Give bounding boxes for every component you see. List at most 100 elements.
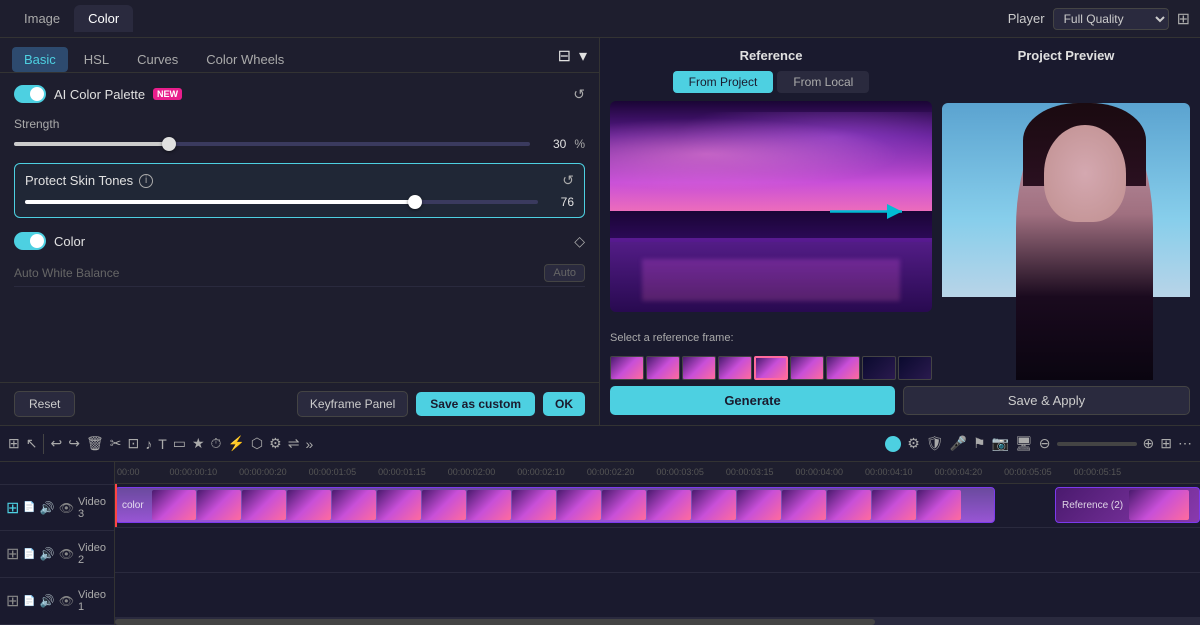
keyframe-panel-button[interactable]: Keyframe Panel — [297, 391, 408, 417]
tl-crop-icon[interactable]: ⊡ — [127, 435, 139, 452]
track1-volume-icon: 🔊 — [40, 594, 55, 608]
ref-clouds — [610, 112, 932, 196]
filmstrip[interactable] — [610, 356, 932, 380]
tl-flag-icon[interactable]: ⚑ — [973, 435, 986, 452]
sub-tab-hsl[interactable]: HSL — [72, 47, 121, 72]
generate-button[interactable]: Generate — [610, 386, 895, 415]
reference-clip[interactable]: Reference (2) — [1055, 487, 1200, 523]
tl-mask-icon[interactable]: ⬡ — [251, 435, 263, 452]
scrollbar-thumb[interactable] — [115, 619, 875, 625]
tl-redo-icon[interactable]: ↪ — [68, 435, 80, 452]
playhead — [115, 484, 117, 528]
protect-skin-reset-icon[interactable]: ↺ — [562, 172, 574, 189]
track1-eye-icon: 👁 — [59, 594, 74, 608]
protect-skin-header: Protect Skin Tones i ↺ — [25, 172, 574, 189]
tl-rect-icon[interactable]: ▭ — [173, 435, 186, 452]
tl-layout-icon[interactable]: ⊞ — [1160, 435, 1172, 452]
tl-effect-icon[interactable]: ★ — [192, 435, 205, 452]
film-frame-4[interactable] — [718, 356, 752, 380]
protect-skin-text: Protect Skin Tones — [25, 173, 133, 188]
film-frame-6[interactable] — [790, 356, 824, 380]
tl-more-icon[interactable]: » — [305, 436, 313, 452]
track-video1-row — [115, 573, 1200, 618]
track-eye-icon: 👁 — [59, 501, 74, 515]
film-frame-5[interactable] — [754, 356, 788, 380]
tl-timer-icon[interactable]: ⏱ — [211, 435, 222, 452]
save-as-custom-button[interactable]: Save as custom — [416, 392, 535, 416]
timeline-toolbar: ⊞ ↖ ↩ ↪ 🗑 ✂ ⊡ ♪ T ▭ ★ ⏱ ⚡ ⬡ ⚙ ⇌ » ⚙ 🛡 🎤 … — [0, 426, 1200, 462]
tl-more2-icon[interactable]: ⋯ — [1178, 435, 1192, 452]
quality-select[interactable]: Full Quality Half Quality Quarter Qualit… — [1053, 8, 1169, 30]
panels-with-arrow: Reference From Project From Local Sele — [610, 48, 1190, 380]
tl-settings-icon[interactable]: ⚙ — [907, 435, 920, 452]
strength-unit: % — [574, 137, 585, 151]
protect-skin-slider-track[interactable] — [25, 200, 538, 204]
auto-white-balance-label: Auto White Balance — [14, 266, 119, 280]
ai-palette-toggle[interactable] — [14, 85, 46, 103]
color-label: Color — [54, 234, 85, 249]
tl-zoom-in-icon[interactable]: ⊕ — [1143, 435, 1155, 452]
tl-cut-icon[interactable]: ✂ — [110, 435, 122, 452]
tl-knob-icon[interactable]: ⚙ — [269, 435, 282, 452]
ruler-row: 00:00 00:00:00:10 00:00:00:20 00:00:01:0… — [115, 462, 1200, 484]
track-label-video3: ⊞ 📄 🔊 👁 Video 3 — [0, 485, 114, 532]
player-label: Player — [1008, 11, 1045, 26]
ok-button[interactable]: OK — [543, 392, 585, 416]
tl-mic-icon[interactable]: 🎤 — [950, 435, 967, 452]
ai-palette-reset-icon[interactable]: ↺ — [573, 86, 585, 103]
film-frame-3[interactable] — [682, 356, 716, 380]
project-preview-image — [942, 103, 1190, 380]
track2-volume-icon: 🔊 — [40, 547, 55, 561]
clip-thumb-6 — [377, 490, 421, 520]
film-frame-9[interactable] — [898, 356, 932, 380]
protect-skin-slider-row: 76 — [25, 195, 574, 209]
strength-section: Strength 30 % — [14, 117, 585, 151]
clip-thumb-1 — [152, 490, 196, 520]
tracks-content: 00:00 00:00:00:10 00:00:00:20 00:00:01:0… — [115, 462, 1200, 625]
track-volume-icon: 🔊 — [40, 501, 55, 515]
sub-tab-curves[interactable]: Curves — [125, 47, 190, 72]
tab-color[interactable]: Color — [74, 5, 133, 32]
film-frame-7[interactable] — [826, 356, 860, 380]
tl-audio-icon[interactable]: ♪ — [145, 436, 152, 452]
reset-button[interactable]: Reset — [14, 391, 75, 417]
sub-tab-basic[interactable]: Basic — [12, 47, 68, 72]
tl-camera-icon[interactable]: 📷 — [992, 435, 1009, 452]
tl-text-icon[interactable]: T — [158, 436, 167, 452]
track-label-video2: ⊞ 📄 🔊 👁 Video 2 — [0, 531, 114, 578]
track2-eye-icon: 👁 — [59, 547, 74, 561]
track-video3-row: color — [115, 484, 1200, 529]
player-controls: Player Full Quality Half Quality Quarter… — [1008, 8, 1190, 30]
tl-morph-icon[interactable]: ⇌ — [288, 435, 300, 452]
tl-grid-icon[interactable]: ⊞ — [8, 435, 20, 452]
color-toggle[interactable] — [14, 232, 46, 250]
from-local-button[interactable]: From Local — [777, 71, 869, 93]
sub-tab-colorwheels[interactable]: Color Wheels — [194, 47, 296, 72]
tl-shield-icon[interactable]: 🛡 — [926, 435, 944, 452]
project-preview-title: Project Preview — [942, 48, 1190, 63]
clip-thumb-9 — [512, 490, 556, 520]
from-project-button[interactable]: From Project — [673, 71, 774, 93]
tl-delete-icon[interactable]: 🗑 — [86, 435, 104, 452]
ai-palette-row: AI Color Palette NEW ↺ — [14, 85, 585, 103]
tl-undo-icon[interactable]: ↩ — [50, 435, 62, 452]
chevron-down-icon: ▾ — [579, 46, 587, 66]
color-clip[interactable]: color — [115, 487, 995, 523]
tl-zoom-out-icon[interactable]: ⊖ — [1039, 435, 1051, 452]
film-frame-1[interactable] — [610, 356, 644, 380]
strength-slider-track[interactable] — [14, 142, 530, 146]
tl-record-button[interactable] — [885, 436, 901, 452]
film-frame-8[interactable] — [862, 356, 896, 380]
protect-skin-section: Protect Skin Tones i ↺ 76 — [14, 163, 585, 218]
tl-speed-icon[interactable]: ⚡ — [227, 435, 244, 452]
save-apply-button[interactable]: Save & Apply — [903, 386, 1190, 415]
zoom-slider[interactable] — [1057, 442, 1137, 446]
tl-monitor-icon[interactable]: 🖥 — [1015, 435, 1033, 452]
timeline-scrollbar[interactable] — [115, 618, 1200, 625]
tab-image[interactable]: Image — [10, 5, 74, 32]
clip-thumbnails — [150, 488, 963, 522]
film-frame-2[interactable] — [646, 356, 680, 380]
info-icon: i — [139, 174, 153, 188]
tl-cursor-icon[interactable]: ↖ — [26, 435, 38, 452]
clip-thumb-15 — [782, 490, 826, 520]
